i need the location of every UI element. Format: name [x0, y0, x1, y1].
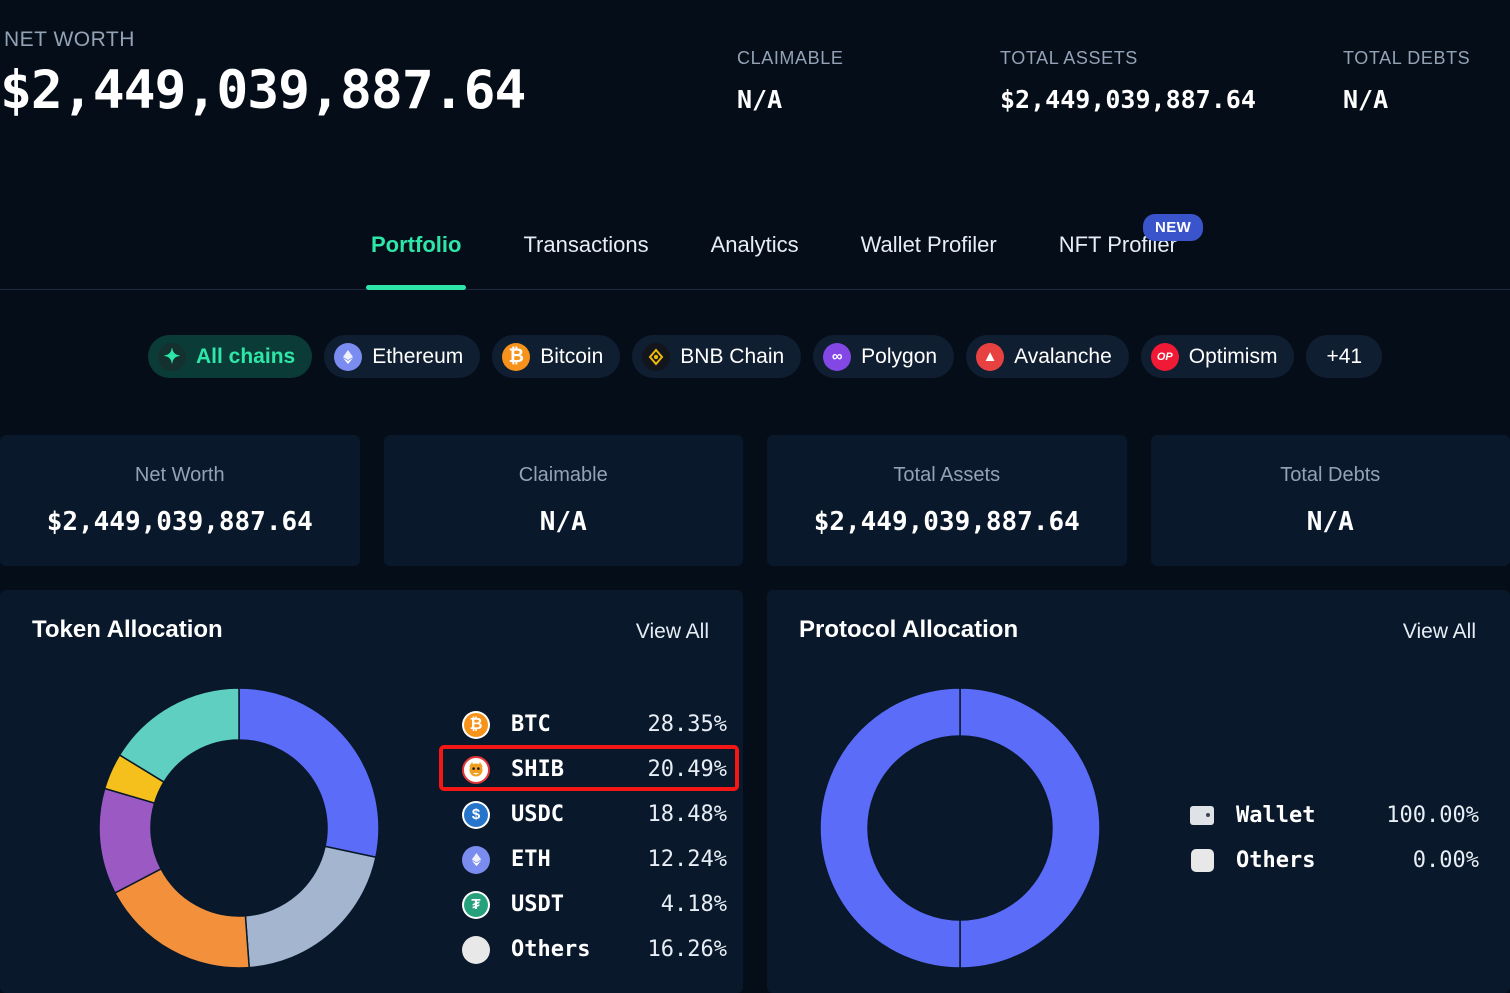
panel-title: Token Allocation	[32, 616, 223, 644]
bnb-icon	[642, 343, 670, 371]
legend-row-eth[interactable]: ETH 12.24%	[462, 837, 727, 882]
chain-chip-ethereum[interactable]: Ethereum	[324, 335, 480, 378]
protocol-view-all-link[interactable]: View All	[1403, 620, 1476, 644]
legend-token-pct: 18.48%	[648, 802, 727, 827]
legend-token-name: SHIB	[511, 757, 564, 782]
card-label: Total Assets	[893, 464, 1000, 487]
header-stat-label: TOTAL ASSETS	[1000, 48, 1256, 69]
eth-icon	[462, 846, 490, 874]
net-worth-label: NET WORTH	[4, 28, 135, 52]
shib-icon	[462, 756, 490, 784]
protocol-allocation-legend: Wallet 100.00% Others 0.00%	[1189, 793, 1479, 883]
net-worth-value: $2,449,039,887.64	[0, 60, 525, 121]
legend-row-usdc[interactable]: $ USDC 18.48%	[462, 792, 727, 837]
card-claimable: Claimable N/A	[384, 435, 744, 566]
avalanche-icon: ▲	[976, 343, 1004, 371]
polygon-icon: ∞	[823, 343, 851, 371]
legend-token-name: BTC	[511, 712, 551, 737]
legend-token-pct: 4.18%	[661, 892, 727, 917]
card-value: N/A	[1307, 507, 1354, 537]
legend-token-pct: 28.35%	[648, 712, 727, 737]
header-stat-claimable: CLAIMABLE N/A	[737, 48, 843, 114]
sparkle-icon: ✦	[158, 343, 186, 371]
legend-row-wallet[interactable]: Wallet 100.00%	[1189, 793, 1479, 838]
chain-chip-label: Optimism	[1189, 345, 1278, 369]
header-stat-total-assets: TOTAL ASSETS $2,449,039,887.64	[1000, 48, 1256, 114]
usdc-icon: $	[462, 801, 490, 829]
token-allocation-donut	[96, 685, 382, 971]
chain-filter-bar: ✦ All chains Ethereum ₿ Bitcoin BNB Chai…	[148, 335, 1382, 378]
legend-token-name: USDT	[511, 892, 564, 917]
chain-chip-bitcoin[interactable]: ₿ Bitcoin	[492, 335, 620, 378]
panel-title: Protocol Allocation	[799, 616, 1018, 644]
ethereum-icon	[334, 343, 362, 371]
chain-chip-label: Ethereum	[372, 345, 463, 369]
legend-token-name: ETH	[511, 847, 551, 872]
legend-row-shib[interactable]: SHIB 20.49%	[462, 747, 727, 792]
header-summary: NET WORTH $2,449,039,887.64 CLAIMABLE N/…	[0, 0, 1510, 200]
tab-transactions[interactable]: Transactions	[492, 232, 679, 258]
allocation-panels: Token Allocation View All Protocol Alloc…	[0, 590, 1510, 993]
bitcoin-icon: ₿	[502, 343, 530, 371]
chain-chip-label: Bitcoin	[540, 345, 603, 369]
token-view-all-link[interactable]: View All	[636, 620, 709, 644]
legend-row-others[interactable]: Others 0.00%	[1189, 838, 1479, 883]
card-net-worth: Net Worth $2,449,039,887.64	[0, 435, 360, 566]
legend-token-pct: 20.49%	[648, 757, 727, 782]
chain-chip-label: BNB Chain	[680, 345, 784, 369]
chain-chip-bnb-chain[interactable]: BNB Chain	[632, 335, 801, 378]
header-stat-value: $2,449,039,887.64	[1000, 85, 1256, 114]
chain-chip-all-chains[interactable]: ✦ All chains	[148, 335, 312, 378]
header-stat-value: N/A	[1343, 85, 1470, 114]
chain-chip-label: Polygon	[861, 345, 937, 369]
legend-token-pct: 16.26%	[648, 937, 727, 962]
card-value: $2,449,039,887.64	[814, 507, 1080, 537]
legend-protocol-pct: 0.00%	[1413, 848, 1479, 873]
chain-chip-label: Avalanche	[1014, 345, 1112, 369]
others-icon	[1189, 848, 1215, 874]
card-label: Claimable	[519, 464, 608, 487]
optimism-icon: OP	[1151, 343, 1179, 371]
card-value: $2,449,039,887.64	[47, 507, 313, 537]
legend-token-pct: 12.24%	[648, 847, 727, 872]
header-stat-total-debts: TOTAL DEBTS N/A	[1343, 48, 1470, 114]
portfolio-dashboard: NET WORTH $2,449,039,887.64 CLAIMABLE N/…	[0, 0, 1510, 993]
header-stat-label: TOTAL DEBTS	[1343, 48, 1470, 69]
chain-chip-label: All chains	[196, 345, 295, 369]
protocol-allocation-panel: Protocol Allocation View All	[767, 590, 1510, 993]
legend-protocol-name: Wallet	[1236, 803, 1315, 828]
btc-icon: ₿	[462, 711, 490, 739]
legend-protocol-name: Others	[1236, 848, 1315, 873]
card-label: Net Worth	[135, 464, 225, 487]
legend-row-others[interactable]: Others 16.26%	[462, 927, 727, 972]
tab-analytics[interactable]: Analytics	[680, 232, 830, 258]
wallet-icon	[1189, 803, 1215, 829]
new-badge: NEW	[1143, 214, 1203, 241]
protocol-allocation-donut	[817, 685, 1103, 971]
usdt-icon: ₮	[462, 891, 490, 919]
header-stat-label: CLAIMABLE	[737, 48, 843, 69]
legend-protocol-pct: 100.00%	[1386, 803, 1479, 828]
legend-row-usdt[interactable]: ₮ USDT 4.18%	[462, 882, 727, 927]
token-allocation-legend: ₿ BTC 28.35% SHIB 20.49% $ USDC	[462, 702, 727, 972]
card-value: N/A	[540, 507, 587, 537]
legend-row-btc[interactable]: ₿ BTC 28.35%	[462, 702, 727, 747]
tab-wallet-profiler[interactable]: Wallet Profiler	[830, 232, 1028, 258]
chain-chip-more[interactable]: +41	[1306, 335, 1382, 378]
header-stat-value: N/A	[737, 85, 843, 114]
legend-token-name: Others	[511, 937, 590, 962]
summary-cards: Net Worth $2,449,039,887.64 Claimable N/…	[0, 435, 1510, 566]
chain-chip-optimism[interactable]: OP Optimism	[1141, 335, 1295, 378]
legend-token-name: USDC	[511, 802, 564, 827]
card-total-debts: Total Debts N/A	[1151, 435, 1510, 566]
chain-chip-polygon[interactable]: ∞ Polygon	[813, 335, 954, 378]
tab-portfolio[interactable]: Portfolio	[340, 232, 492, 258]
main-nav-tabs: Portfolio Transactions Analytics Wallet …	[0, 232, 1510, 290]
card-total-assets: Total Assets $2,449,039,887.64	[767, 435, 1127, 566]
card-label: Total Debts	[1280, 464, 1380, 487]
chain-chip-avalanche[interactable]: ▲ Avalanche	[966, 335, 1129, 378]
others-icon	[462, 936, 490, 964]
